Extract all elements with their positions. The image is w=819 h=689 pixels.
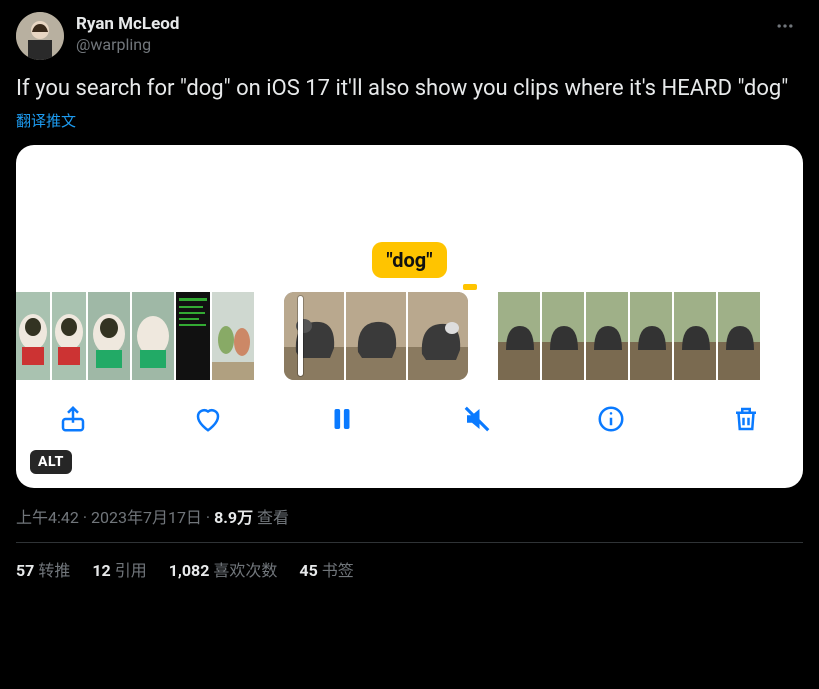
more-button[interactable] [767, 12, 803, 45]
tweet-meta[interactable]: 上午4:42 · 2023年7月17日 · 8.9万 查看 [16, 504, 803, 528]
clip-group-right[interactable] [498, 292, 760, 380]
views-count: 8.9万 [214, 508, 253, 527]
author-block[interactable]: Ryan McLeod @warpling [76, 12, 755, 55]
bookmarks-stat[interactable]: 45书签 [299, 557, 353, 581]
tweet-date: 2023年7月17日 [91, 508, 202, 527]
heart-icon[interactable] [191, 402, 225, 436]
search-term-tag: "dog" [372, 242, 446, 278]
thumb[interactable] [52, 292, 86, 380]
thumb[interactable] [284, 292, 344, 380]
views-label: 查看 [257, 508, 289, 527]
likes-stat[interactable]: 1,082喜欢次数 [169, 557, 278, 581]
translate-link[interactable]: 翻译推文 [16, 110, 76, 131]
media-controls [16, 380, 803, 436]
tweet-text: If you search for "dog" on iOS 17 it'll … [16, 74, 803, 104]
display-name: Ryan McLeod [76, 14, 755, 35]
mute-icon[interactable] [460, 402, 494, 436]
info-icon[interactable] [594, 402, 628, 436]
retweets-stat[interactable]: 57转推 [16, 557, 70, 581]
avatar[interactable] [16, 12, 64, 60]
pause-icon[interactable] [325, 402, 359, 436]
tweet-container: Ryan McLeod @warpling If you search for … [0, 0, 819, 593]
thumb[interactable] [16, 292, 50, 380]
thumb[interactable] [132, 292, 174, 380]
media-card[interactable]: "dog" [16, 145, 803, 488]
thumb[interactable] [346, 292, 406, 380]
video-timeline[interactable] [16, 292, 803, 380]
thumb[interactable] [498, 292, 540, 380]
tweet-stats: 57转推 12引用 1,082喜欢次数 45书签 [16, 543, 803, 581]
handle: @warpling [76, 35, 755, 55]
thumb[interactable] [408, 292, 468, 380]
alt-badge[interactable]: ALT [30, 450, 72, 474]
thumb[interactable] [542, 292, 584, 380]
trash-icon[interactable] [729, 402, 763, 436]
tweet-header: Ryan McLeod @warpling [16, 12, 803, 60]
quotes-stat[interactable]: 12引用 [92, 557, 146, 581]
thumb[interactable] [212, 292, 254, 380]
playhead[interactable] [298, 296, 303, 376]
thumb[interactable] [674, 292, 716, 380]
clip-group-left[interactable] [16, 292, 254, 380]
thumb[interactable] [718, 292, 760, 380]
share-icon[interactable] [56, 402, 90, 436]
thumb[interactable] [586, 292, 628, 380]
playhead-marker [463, 284, 477, 290]
thumb[interactable] [88, 292, 130, 380]
tweet-time: 上午4:42 [16, 508, 79, 527]
thumb[interactable] [176, 292, 210, 380]
clip-group-center[interactable] [284, 292, 468, 380]
thumb[interactable] [630, 292, 672, 380]
